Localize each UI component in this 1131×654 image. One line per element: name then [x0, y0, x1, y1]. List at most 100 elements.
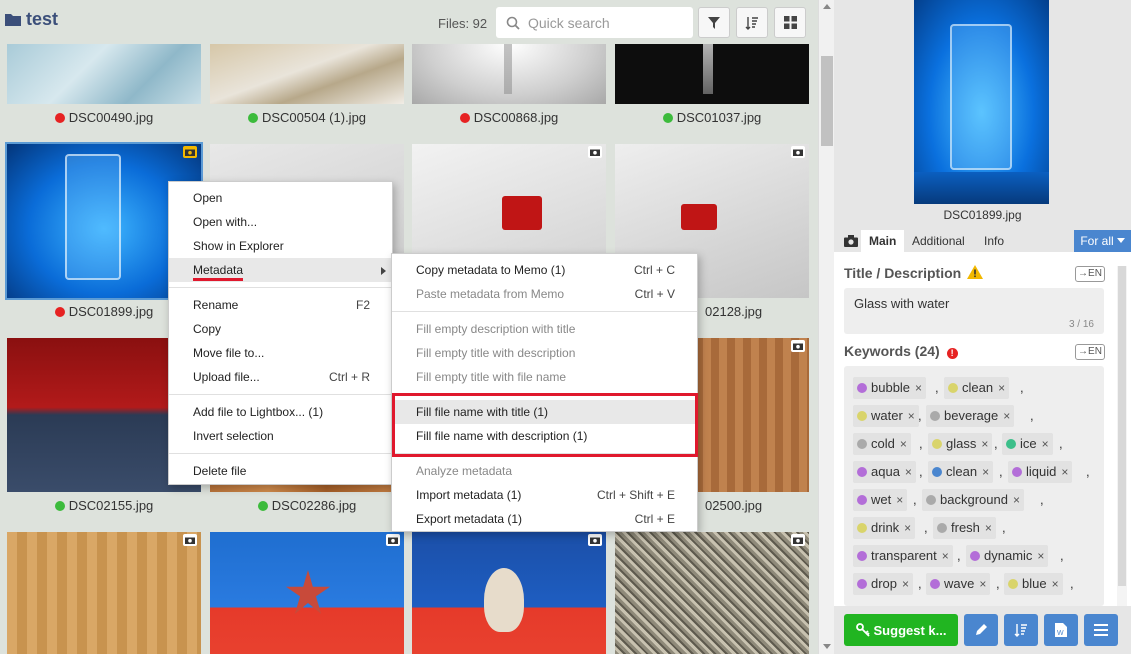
file-name: DSC00868.jpg	[473, 110, 559, 125]
submenu-item-fill-desc-with-title[interactable]: Fill empty description with title	[392, 317, 697, 341]
for-all-label: For all	[1080, 234, 1114, 248]
tab-main[interactable]: Main	[861, 230, 905, 252]
keyword-chip[interactable]: clean ×	[928, 461, 994, 483]
keywords-field[interactable]: bubble × , clean × , water × , beverage × , …	[844, 366, 1104, 606]
suggest-label: Suggest k...	[873, 622, 947, 638]
sort-button[interactable]	[736, 7, 768, 38]
keyword-chip[interactable]: wet ×	[853, 489, 908, 511]
scrollbar-thumb[interactable]	[821, 56, 833, 146]
suggest-keywords-button[interactable]: Suggest k...	[844, 614, 958, 646]
submenu-item-import[interactable]: Import metadata (1) Ctrl + Shift + E	[392, 483, 697, 507]
keyword-chip[interactable]: cold ×	[853, 433, 911, 455]
keyword-chip[interactable]: drink ×	[853, 517, 916, 539]
keyword-text: aqua	[871, 464, 900, 479]
remove-icon[interactable]: ×	[981, 433, 988, 455]
edit-button[interactable]	[964, 614, 998, 646]
keyword-chip[interactable]: background ×	[922, 489, 1024, 511]
menu-button[interactable]	[1084, 614, 1118, 646]
grid-view-button[interactable]	[774, 7, 806, 38]
keyword-chip[interactable]: dynamic ×	[966, 545, 1049, 567]
thumbnail-image	[412, 44, 606, 104]
keyword-chip[interactable]: beverage ×	[926, 405, 1015, 427]
keyword-chip[interactable]: aqua ×	[853, 461, 916, 483]
menu-item-rename[interactable]: Rename F2	[169, 293, 392, 317]
tab-info[interactable]: Info	[976, 230, 1012, 252]
keyword-chip[interactable]: clean ×	[944, 377, 1010, 399]
remove-icon[interactable]: ×	[998, 377, 1005, 399]
thumbnail-image	[615, 532, 809, 654]
remove-icon[interactable]: ×	[915, 377, 922, 399]
sort-keywords-button[interactable]	[1004, 614, 1038, 646]
menu-item-open[interactable]: Open	[169, 186, 392, 210]
error-icon: !	[946, 348, 958, 359]
thumbnail-image	[7, 532, 201, 654]
keyword-chip[interactable]: transparent ×	[853, 545, 953, 567]
remove-icon[interactable]: ×	[905, 461, 912, 483]
remove-icon[interactable]: ×	[902, 573, 909, 595]
menu-item-add-to-lightbox[interactable]: Add file to Lightbox... (1)	[169, 400, 392, 424]
keyword-chip[interactable]: water ×	[853, 405, 919, 427]
menu-item-metadata[interactable]: Metadata	[169, 258, 392, 282]
remove-icon[interactable]: ×	[1052, 573, 1059, 595]
scroll-up-icon[interactable]	[823, 4, 831, 9]
keyword-chip[interactable]: blue ×	[1004, 573, 1063, 595]
submenu-item-fill-title-with-desc[interactable]: Fill empty title with description	[392, 341, 697, 365]
submenu-item-analyze[interactable]: Analyze metadata	[392, 459, 697, 483]
remove-icon[interactable]: ×	[979, 573, 986, 595]
remove-icon[interactable]: ×	[1037, 545, 1044, 567]
keyword-dot	[970, 551, 980, 561]
camera-icon	[791, 534, 805, 546]
filter-button[interactable]	[698, 7, 730, 38]
remove-icon[interactable]: ×	[1042, 433, 1049, 455]
menu-item-upload-file[interactable]: Upload file... Ctrl + R	[169, 365, 392, 389]
remove-icon[interactable]: ×	[985, 517, 992, 539]
word-export-button[interactable]: W	[1044, 614, 1078, 646]
submenu-item-copy-to-memo[interactable]: Copy metadata to Memo (1) Ctrl + C	[392, 258, 697, 282]
keyword-chip[interactable]: wave ×	[926, 573, 991, 595]
main-scrollbar[interactable]	[818, 0, 834, 654]
keyword-chip[interactable]: fresh ×	[933, 517, 996, 539]
submenu-item-paste-from-memo[interactable]: Paste metadata from Memo Ctrl + V	[392, 282, 697, 306]
remove-icon[interactable]: ×	[904, 517, 911, 539]
remove-icon[interactable]: ×	[942, 545, 949, 567]
hamburger-icon	[1094, 624, 1108, 636]
keyword-chip[interactable]: ice ×	[1002, 433, 1053, 455]
description-field[interactable]: Glass with water 3 / 16	[844, 288, 1104, 334]
remove-icon[interactable]: ×	[1003, 405, 1010, 427]
for-all-dropdown[interactable]: For all	[1074, 230, 1131, 252]
folder-title[interactable]: test	[5, 9, 58, 30]
keyword-dot	[857, 383, 867, 393]
menu-item-open-with[interactable]: Open with...	[169, 210, 392, 234]
remove-icon[interactable]: ×	[896, 489, 903, 511]
tab-additional[interactable]: Additional	[904, 230, 973, 252]
import-label: Import metadata (1)	[416, 488, 522, 502]
keyword-dot	[948, 383, 958, 393]
remove-icon[interactable]: ×	[1061, 461, 1068, 483]
title-label: Title / Description	[844, 265, 984, 281]
remove-icon[interactable]: ×	[900, 433, 907, 455]
search-input[interactable]: Quick search	[496, 7, 693, 38]
menu-item-copy[interactable]: Copy	[169, 317, 392, 341]
keyword-text: clean	[962, 380, 994, 395]
panel-scrollbar[interactable]	[1117, 266, 1127, 606]
keyword-chip[interactable]: drop ×	[853, 573, 914, 595]
remove-icon[interactable]: ×	[908, 405, 915, 427]
menu-item-move-file-to[interactable]: Move file to...	[169, 341, 392, 365]
remove-icon[interactable]: ×	[1013, 489, 1020, 511]
submenu-item-export[interactable]: Export metadata (1) Ctrl + E	[392, 507, 697, 531]
menu-item-invert-selection[interactable]: Invert selection	[169, 424, 392, 448]
keyword-chip[interactable]: glass ×	[928, 433, 993, 455]
keyword-text: ice	[1020, 436, 1037, 451]
language-button[interactable]: →EN	[1075, 266, 1105, 282]
scroll-down-icon[interactable]	[823, 644, 831, 649]
menu-item-delete-file[interactable]: Delete file	[169, 459, 392, 483]
keyword-chip[interactable]: bubble ×	[853, 377, 927, 399]
keyword-chip[interactable]: liquid ×	[1008, 461, 1073, 483]
keyword-text: background	[940, 492, 1008, 507]
menu-item-show-in-explorer[interactable]: Show in Explorer	[169, 234, 392, 258]
submenu-item-fill-title-with-filename[interactable]: Fill empty title with file name	[392, 365, 697, 389]
panel-scrollbar-thumb[interactable]	[1118, 266, 1126, 586]
keywords-language-button[interactable]: →EN	[1075, 344, 1105, 360]
key-icon	[855, 623, 870, 637]
remove-icon[interactable]: ×	[982, 461, 989, 483]
